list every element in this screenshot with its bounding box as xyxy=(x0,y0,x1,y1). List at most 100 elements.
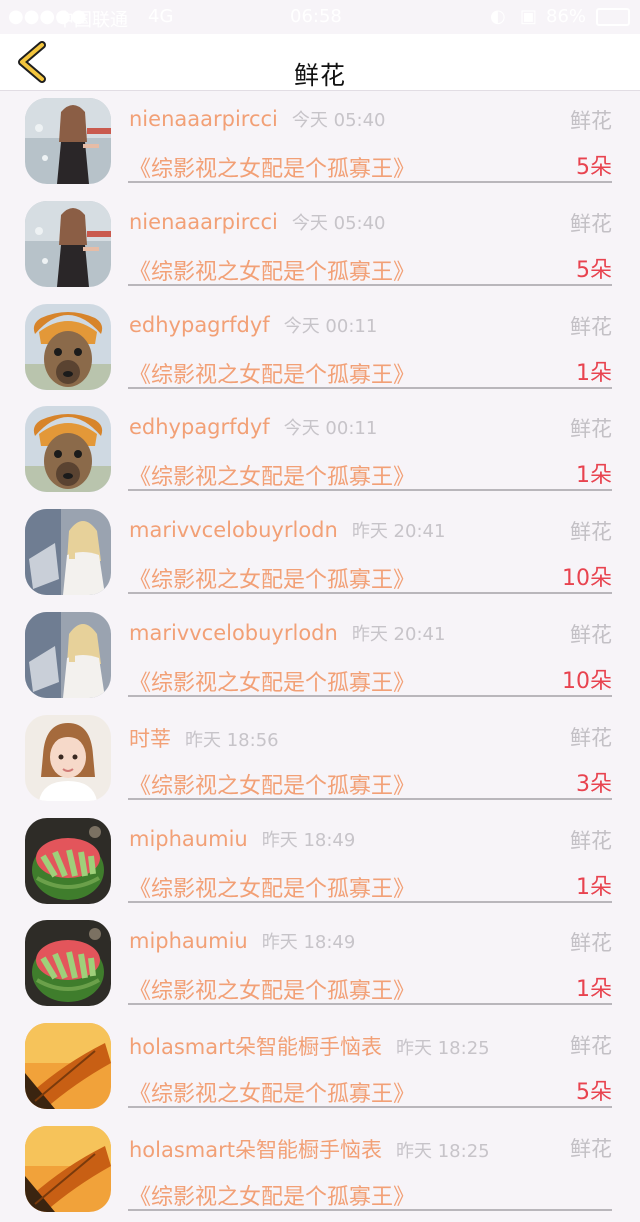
gift-record-list[interactable]: nienaaarpircci 今天 05:40 鲜花 《综影视之女配是个孤寡王》 … xyxy=(0,91,640,1222)
carrier-label: 中国联通 xyxy=(56,10,128,31)
row-divider xyxy=(128,1106,612,1109)
page-title: 鲜花 xyxy=(293,61,346,90)
book-title[interactable]: 《综影视之女配是个孤寡王》 xyxy=(129,871,415,903)
user-name: holasmart朵智能橱手恼表 昨天 18:25 xyxy=(129,1134,490,1164)
user-name-text: 时莘 xyxy=(129,726,171,751)
row-divider xyxy=(128,592,612,595)
timestamp: 今天 00:11 xyxy=(283,315,378,337)
flower-quantity: 1朵 xyxy=(576,874,612,900)
avatar-image xyxy=(25,714,111,801)
gift-type-label: 鲜花 xyxy=(570,1034,612,1059)
user-name-text: miphaumiu xyxy=(129,929,248,954)
user-name: marivvcelobuyrlodn 昨天 20:41 xyxy=(129,620,445,646)
gift-type-label: 鲜花 xyxy=(570,417,612,442)
gift-record-row[interactable]: holasmart朵智能橱手恼表 昨天 18:25 鲜花 《综影视之女配是个孤寡王… xyxy=(0,1119,640,1222)
row-divider xyxy=(128,797,612,800)
user-name-text: miphaumiu xyxy=(129,826,248,851)
avatar-image xyxy=(25,509,111,596)
row-divider xyxy=(128,1003,612,1006)
avatar-image xyxy=(25,303,111,390)
timestamp: 今天 00:11 xyxy=(283,418,378,440)
gift-type-label: 鲜花 xyxy=(570,520,612,545)
book-title[interactable]: 《综影视之女配是个孤寡王》 xyxy=(129,1076,415,1108)
avatar[interactable] xyxy=(25,920,111,1007)
user-name-text: marivvcelobuyrlodn xyxy=(129,620,338,645)
avatar[interactable] xyxy=(25,714,111,801)
gift-type-label: 鲜花 xyxy=(570,931,612,956)
avatar[interactable] xyxy=(25,509,111,596)
flower-quantity: 10朵 xyxy=(562,566,612,592)
avatar[interactable] xyxy=(25,406,111,493)
gift-record-row[interactable]: holasmart朵智能橱手恼表 昨天 18:25 鲜花 《综影视之女配是个孤寡王… xyxy=(0,1016,640,1119)
avatar-image xyxy=(25,98,111,184)
user-name: miphaumiu 昨天 18:49 xyxy=(129,928,355,954)
gift-type-label: 鲜花 xyxy=(570,314,612,339)
battery-percent: 86% xyxy=(546,6,587,27)
book-title[interactable]: 《综影视之女配是个孤寡王》 xyxy=(129,151,415,183)
avatar[interactable] xyxy=(25,303,111,390)
user-name-text: nienaaarpircci xyxy=(129,107,278,131)
gift-type-label: 鲜花 xyxy=(570,211,612,236)
timestamp: 昨天 18:25 xyxy=(396,1140,490,1162)
user-name-text: holasmart朵智能橱手恼表 xyxy=(129,1035,382,1060)
row-divider xyxy=(128,181,612,183)
gift-record-row[interactable]: marivvcelobuyrlodn 昨天 20:41 鲜花 《综影视之女配是个孤… xyxy=(0,502,640,605)
battery-icon xyxy=(596,8,630,26)
gift-record-row[interactable]: miphaumiu 昨天 18:49 鲜花 《综影视之女配是个孤寡王》 1朵 xyxy=(0,811,640,914)
gift-record-row[interactable]: nienaaarpircci 今天 05:40 鲜花 《综影视之女配是个孤寡王》 … xyxy=(0,194,640,297)
timestamp: 昨天 18:25 xyxy=(396,1038,490,1060)
gift-type-label: 鲜花 xyxy=(570,828,612,853)
flower-quantity: 1朵 xyxy=(576,977,612,1003)
user-name: 时莘 昨天 18:56 xyxy=(129,723,279,753)
user-name: miphaumiu 昨天 18:49 xyxy=(129,826,355,852)
row-divider xyxy=(128,386,612,389)
avatar-image xyxy=(25,817,111,904)
book-title[interactable]: 《综影视之女配是个孤寡王》 xyxy=(129,357,415,389)
nav-bar: 鲜花 xyxy=(0,34,640,91)
book-title[interactable]: 《综影视之女配是个孤寡王》 xyxy=(129,973,415,1005)
flower-quantity: 5朵 xyxy=(576,155,612,180)
user-name-text: edhypagrfdyf xyxy=(129,415,270,440)
gift-record-row[interactable]: marivvcelobuyrlodn 昨天 20:41 鲜花 《综影视之女配是个孤… xyxy=(0,605,640,708)
user-name-text: holasmart朵智能橱手恼表 xyxy=(129,1137,382,1162)
gift-record-row[interactable]: 时莘 昨天 18:56 鲜花 《综影视之女配是个孤寡王》 3朵 xyxy=(0,708,640,811)
row-divider xyxy=(128,489,612,492)
book-title[interactable]: 《综影视之女配是个孤寡王》 xyxy=(129,665,415,697)
user-name: marivvcelobuyrlodn 昨天 20:41 xyxy=(129,517,445,543)
avatar-image xyxy=(25,406,111,493)
network-label: 4G xyxy=(148,6,174,27)
gift-record-row[interactable]: miphaumiu 昨天 18:49 鲜花 《综影视之女配是个孤寡王》 1朵 xyxy=(0,913,640,1016)
user-name: edhypagrfdyf 今天 00:11 xyxy=(129,414,377,440)
avatar-image xyxy=(25,611,111,698)
timestamp: 昨天 20:41 xyxy=(351,623,446,645)
user-name-text: edhypagrfdyf xyxy=(129,312,270,337)
avatar-image xyxy=(25,920,111,1007)
timestamp: 今天 05:40 xyxy=(291,110,386,131)
avatar[interactable] xyxy=(25,1023,111,1110)
avatar[interactable] xyxy=(25,200,111,287)
avatar-image xyxy=(25,200,111,287)
timestamp: 昨天 20:41 xyxy=(351,521,446,543)
user-name-text: nienaaarpircci xyxy=(129,209,278,234)
gift-record-row[interactable]: edhypagrfdyf 今天 00:11 鲜花 《综影视之女配是个孤寡王》 1朵 xyxy=(0,297,640,400)
avatar[interactable] xyxy=(25,817,111,904)
book-title[interactable]: 《综影视之女配是个孤寡王》 xyxy=(129,1179,415,1211)
flower-quantity: 3朵 xyxy=(576,771,612,797)
book-title[interactable]: 《综影视之女配是个孤寡王》 xyxy=(129,768,415,800)
gift-type-label: 鲜花 xyxy=(570,622,612,647)
user-name: nienaaarpircci 今天 05:40 xyxy=(129,209,386,235)
alarm-icon: ▣ xyxy=(520,6,538,27)
timestamp: 昨天 18:49 xyxy=(261,932,356,954)
book-title[interactable]: 《综影视之女配是个孤寡王》 xyxy=(129,254,415,286)
book-title[interactable]: 《综影视之女配是个孤寡王》 xyxy=(129,562,415,594)
row-divider xyxy=(128,283,612,286)
gift-record-row[interactable]: edhypagrfdyf 今天 00:11 鲜花 《综影视之女配是个孤寡王》 1朵 xyxy=(0,399,640,502)
avatar[interactable] xyxy=(25,98,111,184)
gift-type-label: 鲜花 xyxy=(570,109,612,133)
gift-record-row[interactable]: nienaaarpircci 今天 05:40 鲜花 《综影视之女配是个孤寡王》 … xyxy=(0,91,640,194)
flower-quantity: 1朵 xyxy=(576,463,612,489)
user-name: nienaaarpircci 今天 05:40 xyxy=(129,106,386,132)
book-title[interactable]: 《综影视之女配是个孤寡王》 xyxy=(129,459,415,491)
status-bar: ●●●●● 中国联通 4G 06:58 ◐ ▣ 86% xyxy=(0,0,640,34)
avatar[interactable] xyxy=(25,611,111,698)
